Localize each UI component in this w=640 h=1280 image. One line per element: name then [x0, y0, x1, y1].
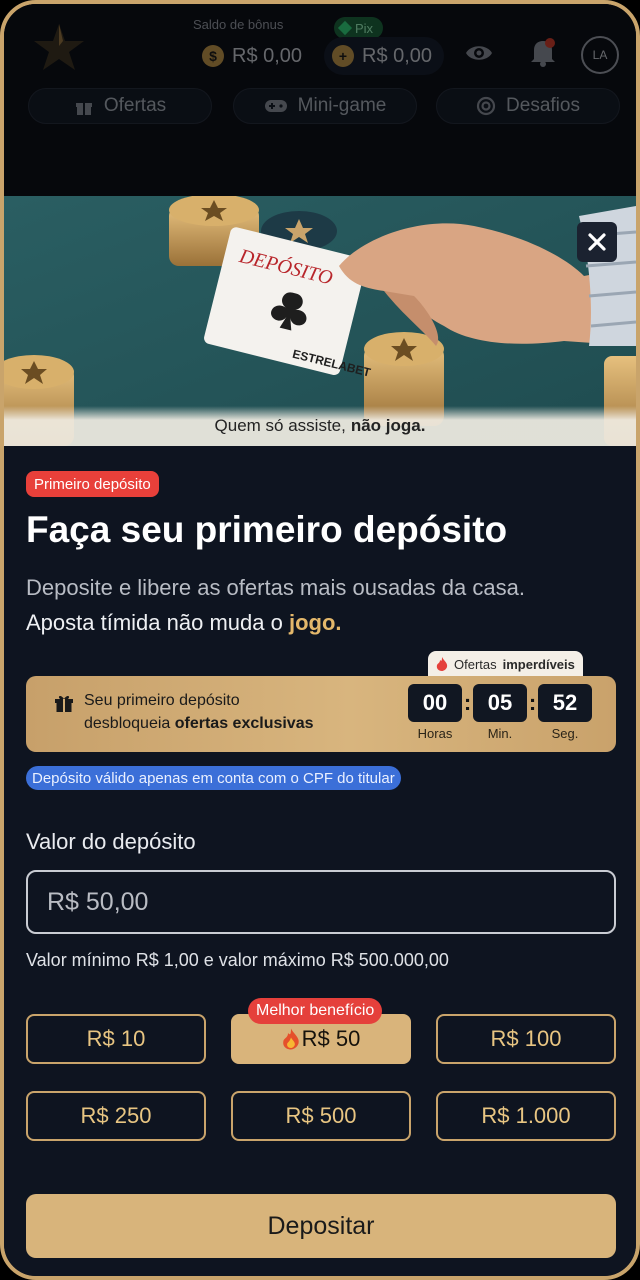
promo-banner: DEPÓSITO ESTRELABET Quem só assiste, não…	[4, 196, 636, 446]
quick-amount-label: R$ 50	[301, 1026, 361, 1051]
subtitle-highlight: jogo.	[288, 610, 342, 635]
quick-amount-button[interactable]: R$ 100	[436, 1014, 616, 1064]
subtitle-line-2-text: Aposta tímida não muda o	[26, 610, 283, 635]
quick-amount-label: R$ 250	[80, 1103, 152, 1128]
quick-amount-button[interactable]: R$ 250	[26, 1091, 206, 1141]
modal-title: Faça seu primeiro depósito	[26, 509, 508, 550]
amount-label: Valor do depósito	[26, 829, 196, 854]
quick-amount-label: R$ 100	[490, 1026, 562, 1051]
cpf-note: Depósito válido apenas em conta com o CP…	[26, 766, 401, 790]
offer-text-line-2-text: desbloqueia	[84, 715, 171, 732]
timer-seconds: 52 Seg.	[538, 684, 592, 741]
timer-hours-value: 00	[408, 684, 462, 722]
quick-amount-button[interactable]: R$ 500	[231, 1091, 411, 1141]
banner-caption-text: Quem só assiste,	[214, 416, 346, 435]
offers-tag-text: Ofertas	[454, 656, 497, 672]
gift-icon	[55, 695, 73, 712]
banner-caption: Quem só assiste, não joga.	[4, 406, 636, 446]
fire-icon	[436, 657, 448, 671]
timer-minutes-unit: Min.	[487, 726, 513, 741]
timer-hours-unit: Horas	[417, 726, 453, 741]
timer-seconds-unit: Seg.	[551, 726, 579, 741]
banner-caption-bold: não joga.	[350, 416, 426, 435]
modal-subtitle: Deposite e libere as ofertas mais ousada…	[26, 570, 525, 640]
quick-amount-label: R$ 10	[86, 1026, 146, 1051]
modal-overlay[interactable]	[4, 4, 636, 196]
quick-amount-label: R$ 1.000	[481, 1103, 571, 1128]
phone-frame: Saldo de bônus $ R$ 0,00 Pix + R$ 0,00 L…	[0, 0, 640, 1280]
app-header: Saldo de bônus $ R$ 0,00 Pix + R$ 0,00 L…	[4, 4, 636, 196]
timer-hours: 00 Horas	[408, 684, 462, 741]
best-benefit-tag: Melhor benefício	[248, 998, 383, 1024]
subtitle-line-1: Deposite e libere as ofertas mais ousada…	[26, 575, 525, 600]
first-deposit-badge: Primeiro depósito	[26, 471, 159, 497]
timer-seconds-value: 52	[538, 684, 592, 722]
countdown-timer: 00 Horas : 05 Min. : 52 Seg.	[408, 684, 592, 741]
offer-text-line-1: Seu primeiro depósito	[84, 692, 240, 709]
quick-amount-button[interactable]: R$ 1.000	[436, 1091, 616, 1141]
fire-icon	[282, 1028, 299, 1050]
offer-card: Seu primeiro depósito desbloqueia oferta…	[26, 676, 616, 752]
subtitle-line-2: Aposta tímida não muda o jogo.	[26, 605, 525, 640]
offers-tag-bold: imperdíveis	[502, 656, 575, 672]
offer-text-line-2: desbloqueia ofertas exclusivas	[84, 712, 314, 735]
quick-amount-button[interactable]: R$ 10	[26, 1014, 206, 1064]
close-icon	[588, 233, 606, 251]
close-button[interactable]	[577, 222, 617, 262]
quick-amount-label: R$ 500	[285, 1103, 357, 1128]
timer-separator: :	[463, 690, 472, 715]
offer-text: Seu primeiro depósito desbloqueia oferta…	[84, 689, 314, 735]
offer-text-bold: ofertas exclusivas	[174, 715, 314, 732]
amount-limits: Valor mínimo R$ 1,00 e valor máximo R$ 5…	[26, 950, 449, 970]
timer-minutes-value: 05	[473, 684, 527, 722]
deposit-button[interactable]: Depositar	[26, 1194, 616, 1258]
offers-tag: Ofertas imperdíveis	[428, 651, 583, 677]
amount-input[interactable]	[26, 870, 616, 934]
timer-minutes: 05 Min.	[473, 684, 527, 741]
first-deposit-modal: DEPÓSITO ESTRELABET Quem só assiste, não…	[4, 196, 636, 1276]
timer-separator: :	[528, 690, 537, 715]
